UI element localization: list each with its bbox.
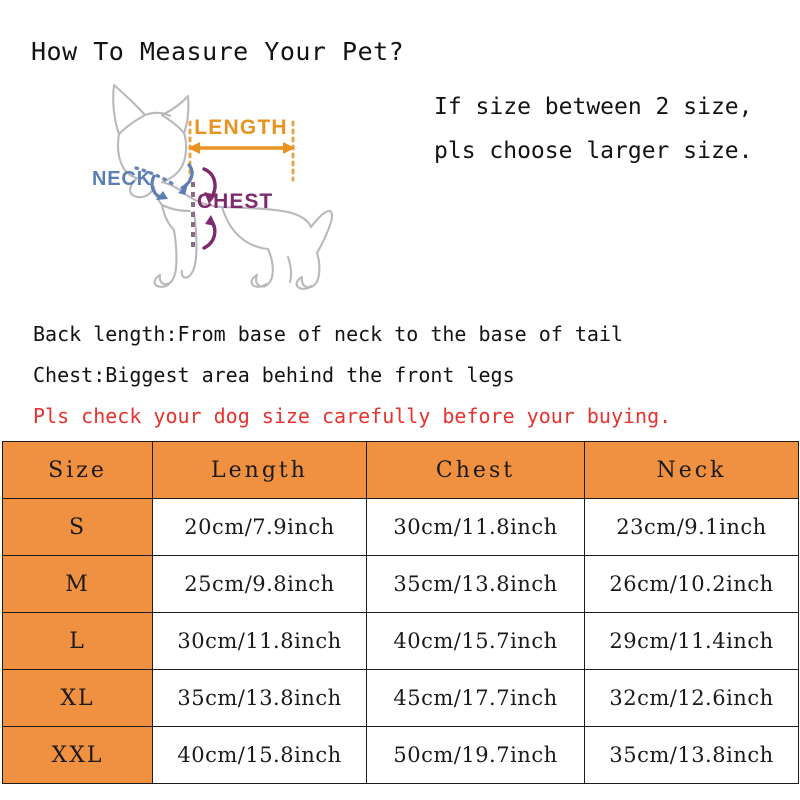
cell-length: 20cm/7.9inch [152,498,367,556]
cell-chest: 50cm/19.7inch [366,726,585,784]
chest-description: Chest:Biggest area behind the front legs [33,363,515,387]
cell-size: XXL [2,726,153,784]
cell-size: L [2,612,153,670]
cell-neck: 35cm/13.8inch [584,726,799,784]
table-row: XXL 40cm/15.8inch 50cm/19.7inch 35cm/13.8in… [2,726,799,784]
cell-size: XL [2,669,153,727]
table-row: L 30cm/11.8inch 40cm/15.7inch 29cm/11.4inch [2,612,799,670]
size-recommendation-note: If size between 2 size, pls choose large… [434,85,794,173]
back-length-description: Back length:From base of neck to the bas… [33,322,624,346]
chest-arrowhead-2 [205,215,216,226]
measurement-descriptions: Back length:From base of neck to the bas… [33,314,773,437]
table-row: M 25cm/9.8inch 35cm/13.8inch 26cm/10.2inch [2,555,799,613]
neck-arrow-icon [150,163,194,199]
size-note-line-1: If size between 2 size, [434,94,753,120]
size-note-line-2: pls choose larger size. [434,138,753,164]
cell-chest: 30cm/11.8inch [366,498,585,556]
cell-size: S [2,498,153,556]
column-header-length: Length [152,441,367,499]
length-arrow-icon [188,142,295,154]
table-row: XL 35cm/13.8inch 45cm/17.7inch 32cm/12.6inc… [2,669,799,727]
length-label: LENGTH [194,116,288,139]
chest-label: CHEST [197,190,273,213]
pet-measurement-diagram: LENGTH NECK CHEST [92,72,354,304]
cell-size: M [2,555,153,613]
cell-neck: 29cm/11.4inch [584,612,799,670]
cell-length: 35cm/13.8inch [152,669,367,727]
cell-length: 30cm/11.8inch [152,612,367,670]
cell-length: 25cm/9.8inch [152,555,367,613]
table-header-row: Size Length Chest Neck [2,441,799,499]
cell-neck: 23cm/9.1inch [584,498,799,556]
cell-chest: 35cm/13.8inch [366,555,585,613]
cell-length: 40cm/15.8inch [152,726,367,784]
cell-neck: 26cm/10.2inch [584,555,799,613]
column-header-size: Size [2,441,153,499]
cell-neck: 32cm/12.6inch [584,669,799,727]
cell-chest: 45cm/17.7inch [366,669,585,727]
neck-label: NECK [92,168,152,190]
column-header-chest: Chest [366,441,585,499]
size-chart-table: Size Length Chest Neck S 20cm/7.9inch 30cm… [2,441,799,784]
column-header-neck: Neck [584,441,799,499]
table-row: S 20cm/7.9inch 30cm/11.8inch 23cm/9.1inch [2,498,799,556]
size-check-warning: Pls check your dog size carefully before… [33,404,672,428]
cell-chest: 40cm/15.7inch [366,612,585,670]
page-title: How To Measure Your Pet? [31,37,405,66]
